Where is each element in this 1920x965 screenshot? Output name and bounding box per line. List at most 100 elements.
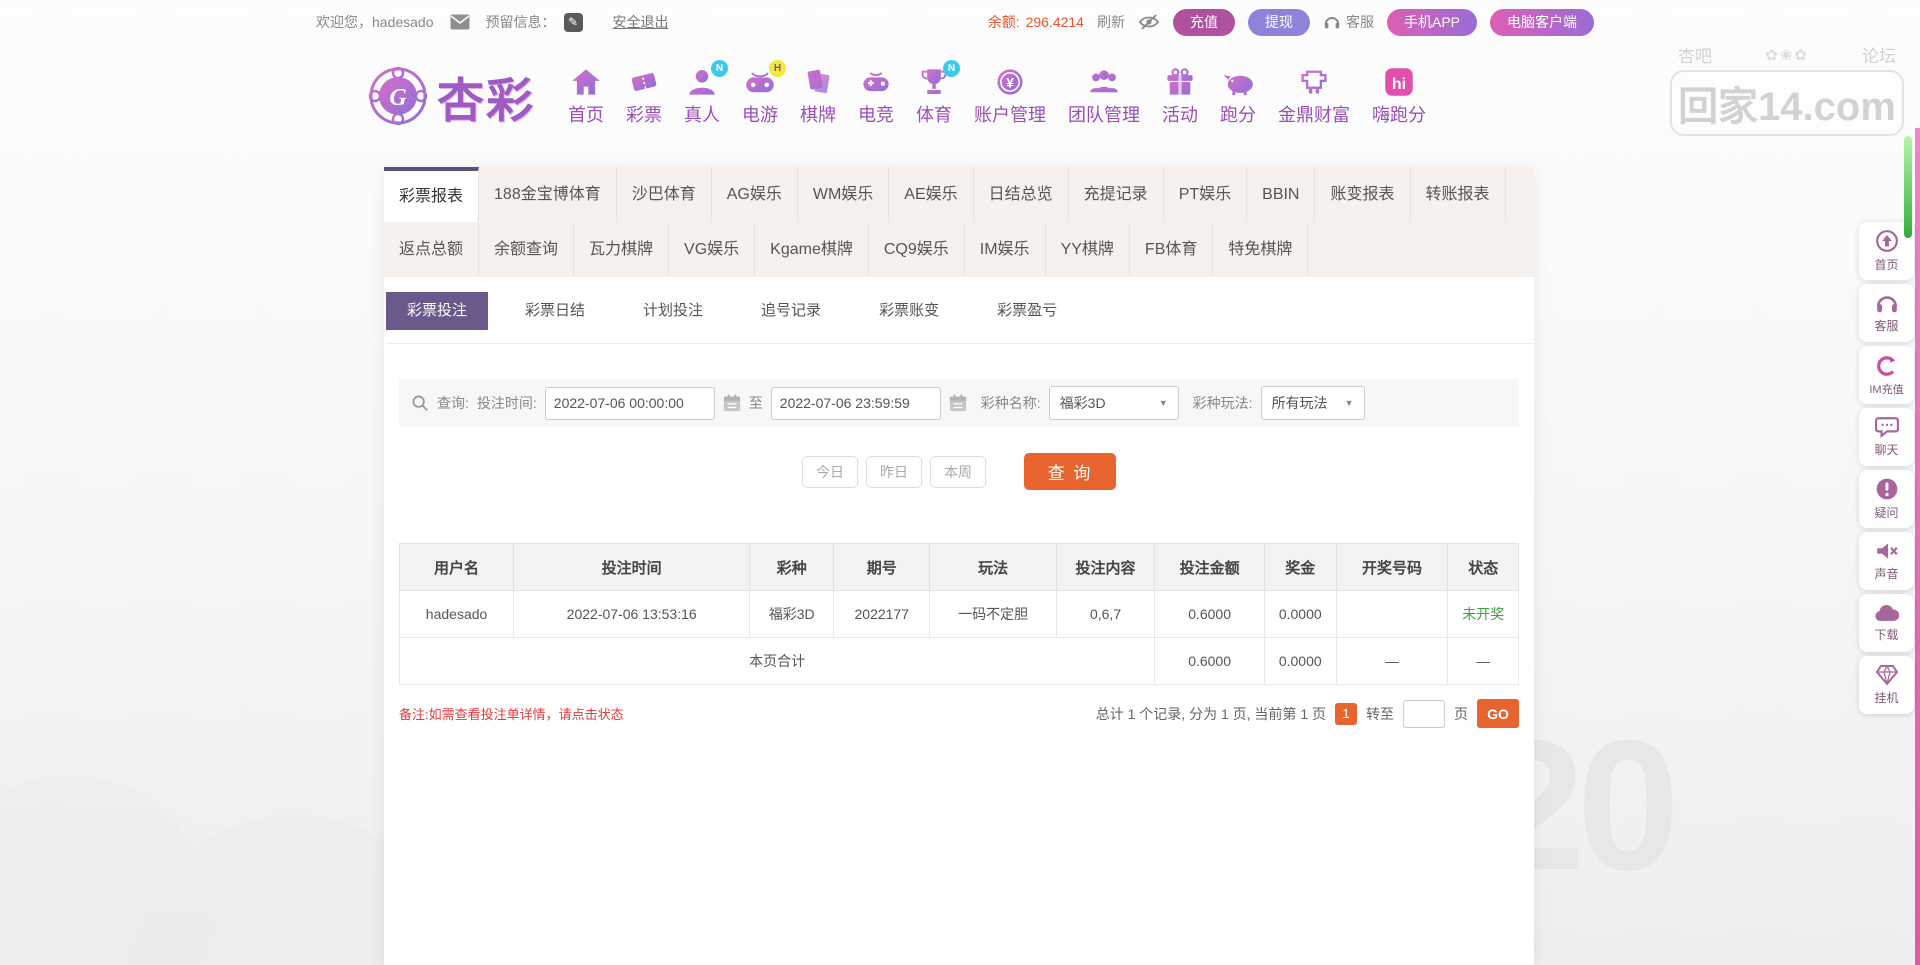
calendar-icon[interactable] [949, 394, 967, 412]
nav-item-sports[interactable]: N 体育 [905, 59, 963, 127]
tab-vg[interactable]: VG娱乐 [669, 222, 756, 277]
tab-lottery-report[interactable]: 彩票报表 [384, 167, 480, 222]
new-badge: N [943, 59, 960, 77]
col-status: 状态 [1447, 543, 1519, 591]
nav-item-account[interactable]: ¥ 账户管理 [963, 66, 1057, 127]
withdraw-button[interactable]: 提现 [1247, 8, 1310, 36]
tab-transfer-report[interactable]: 转账报表 [1411, 167, 1506, 222]
headset-icon [1323, 14, 1341, 30]
watermark-left-text: 杏吧 [1678, 47, 1712, 66]
play-type-select[interactable]: 所有玩法 ▼ [1260, 386, 1365, 420]
tab-deposit-withdraw-records[interactable]: 充提记录 [1069, 167, 1164, 222]
nav-item-lottery[interactable]: 彩票 [615, 66, 673, 127]
tab-pt[interactable]: PT娱乐 [1164, 167, 1248, 222]
subtab-plan-bets[interactable]: 计划投注 [622, 292, 724, 330]
side-item-sound[interactable]: 声音 [1859, 532, 1914, 590]
flourish-ornament-icon: ✿❀✿ [1765, 46, 1809, 64]
tab-account-change-report[interactable]: 账变报表 [1315, 167, 1411, 222]
chevron-down-icon: ▼ [1158, 398, 1168, 408]
cell-prize: 0.0000 [1263, 590, 1337, 638]
page-unit-label: 页 [1454, 705, 1468, 722]
nav-item-egames[interactable]: H 电游 [731, 59, 789, 127]
col-bet-time: 投注时间 [513, 543, 751, 591]
brand-name: 杏彩 [437, 73, 535, 127]
chat-icon [1874, 416, 1899, 438]
nav-item-paofen[interactable]: 跑分 [1209, 66, 1267, 127]
col-draw-number: 开奖号码 [1335, 543, 1449, 591]
nav-item-hi-paofen[interactable]: hi 嗨跑分 [1361, 66, 1437, 127]
mail-icon[interactable] [450, 14, 470, 30]
tab-daily-summary[interactable]: 日结总览 [974, 167, 1069, 222]
lottery-name-select[interactable]: 福彩3D ▼ [1048, 386, 1179, 420]
play-type-value: 所有玩法 [1271, 395, 1328, 411]
subtab-lottery-bets[interactable]: 彩票投注 [386, 292, 489, 330]
yesterday-button[interactable]: 昨日 [866, 455, 922, 488]
subtab-lottery-daily[interactable]: 彩票日结 [504, 292, 606, 330]
pc-client-button[interactable]: 电脑客户端 [1490, 8, 1594, 36]
tab-balance-query[interactable]: 余额查询 [479, 222, 575, 277]
search-button[interactable]: 查 询 [1024, 453, 1116, 490]
tab-yy-boardgames[interactable]: YY棋牌 [1046, 222, 1130, 277]
subtab-chase-records[interactable]: 追号记录 [740, 292, 842, 330]
this-week-button[interactable]: 本周 [930, 455, 986, 488]
today-button[interactable]: 今日 [802, 455, 858, 488]
tab-188-sports[interactable]: 188金宝博体育 [479, 167, 617, 222]
mobile-app-button[interactable]: 手机APP [1386, 8, 1477, 36]
tab-wm[interactable]: WM娱乐 [798, 167, 890, 222]
tab-temian-boardgames[interactable]: 特免棋牌 [1213, 222, 1309, 277]
total-prize: 0.0000 [1263, 637, 1337, 685]
customer-service-link[interactable]: 客服 [1323, 12, 1374, 32]
edit-icon[interactable]: ✎ [563, 12, 583, 32]
svg-text:¥: ¥ [1006, 75, 1014, 90]
nav-item-boardgames[interactable]: 棋牌 [789, 66, 847, 127]
side-item-autoplay[interactable]: 挂机 [1859, 656, 1914, 714]
go-button[interactable]: GO [1477, 699, 1519, 728]
eye-off-icon[interactable] [1138, 11, 1160, 33]
edge-pink-strip [1915, 128, 1920, 965]
rhino-icon [1222, 66, 1254, 98]
side-item-question[interactable]: 疑问 [1859, 470, 1914, 528]
goto-page-input[interactable] [1403, 699, 1445, 728]
side-toolbar: 首页 客服 IM充值 聊天 疑问 声音 下载 挂机 [1859, 222, 1914, 714]
nav-item-promotions[interactable]: 活动 [1151, 66, 1209, 127]
cell-status[interactable]: 未开奖 [1447, 590, 1519, 638]
brand-logo[interactable]: G 杏彩 [367, 62, 535, 131]
tab-saba-sports[interactable]: 沙巴体育 [617, 167, 712, 222]
scrollbar-thumb[interactable] [1904, 136, 1912, 238]
tab-wali-boardgames[interactable]: 瓦力棋牌 [574, 222, 670, 277]
subtab-lottery-profit-loss[interactable]: 彩票盈亏 [976, 292, 1078, 330]
tab-im[interactable]: IM娱乐 [965, 222, 1046, 277]
hot-badge: H [769, 59, 786, 77]
reserved-info-label: 预留信息： [485, 14, 556, 30]
calendar-icon[interactable] [723, 394, 741, 412]
side-item-chat[interactable]: 聊天 [1859, 408, 1914, 466]
cards-icon [802, 66, 834, 98]
current-page-badge[interactable]: 1 [1335, 702, 1357, 725]
tab-cq9[interactable]: CQ9娱乐 [869, 222, 965, 277]
gamepad-icon: H [744, 59, 786, 98]
logout-link[interactable]: 安全退出 [613, 12, 669, 32]
cell-bet-content: 0,6,7 [1055, 590, 1156, 638]
time-to-input[interactable] [770, 386, 941, 420]
tab-kgame[interactable]: Kgame棋牌 [755, 222, 869, 277]
side-item-im-recharge[interactable]: IM充值 [1859, 346, 1914, 404]
recharge-button[interactable]: 充值 [1172, 8, 1235, 36]
subtab-lottery-account-change[interactable]: 彩票账变 [858, 292, 960, 330]
tab-ae[interactable]: AE娱乐 [889, 167, 974, 222]
nav-item-team[interactable]: 团队管理 [1057, 66, 1151, 127]
nav-item-jinding-wealth[interactable]: 金鼎财富 [1267, 66, 1361, 127]
search-icon [411, 394, 429, 412]
tab-ag[interactable]: AG娱乐 [712, 167, 798, 222]
side-item-download[interactable]: 下载 [1859, 594, 1914, 652]
topbar-right: 余额: 296.4214 刷新 充值 提现 客服 手机APP 电脑客户端 [988, 0, 1594, 44]
nav-item-esports[interactable]: 电竞 [847, 66, 905, 127]
tab-fb-sports[interactable]: FB体育 [1130, 222, 1214, 277]
coin-icon: ¥ [994, 66, 1026, 98]
tab-rebate-total[interactable]: 返点总额 [384, 222, 480, 277]
nav-item-home[interactable]: 首页 [557, 66, 615, 127]
nav-item-live[interactable]: N 真人 [673, 59, 731, 127]
side-item-service[interactable]: 客服 [1859, 284, 1914, 342]
tab-bbin[interactable]: BBIN [1247, 167, 1316, 222]
refresh-button[interactable]: 刷新 [1097, 12, 1125, 32]
time-from-input[interactable] [544, 386, 715, 420]
